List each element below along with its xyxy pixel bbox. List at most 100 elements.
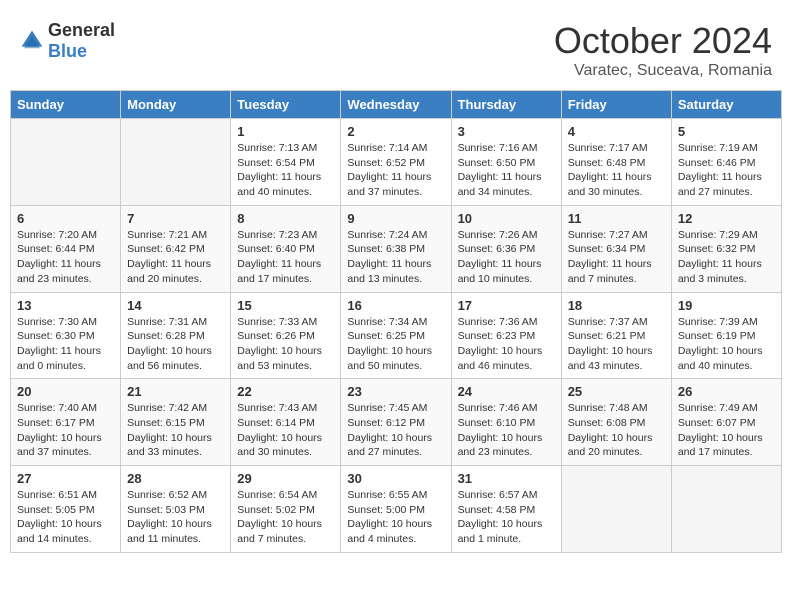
logo-icon [20, 29, 44, 53]
day-number: 23 [347, 384, 444, 399]
calendar-cell: 10 Sunrise: 7:26 AMSunset: 6:36 PMDayligh… [451, 205, 561, 292]
day-number: 17 [458, 298, 555, 313]
calendar-week-row: 27Sunrise: 6:51 AMSunset: 5:05 PMDayligh… [11, 466, 782, 553]
day-info: Sunrise: 7:45 AMSunset: 6:12 PMDaylight:… [347, 401, 444, 460]
calendar-cell: 26Sunrise: 7:49 AMSunset: 6:07 PMDayligh… [671, 379, 781, 466]
day-number: 9 [347, 211, 444, 226]
calendar-cell: 21 Sunrise: 7:42 AMSunset: 6:15 PMDayligh… [121, 379, 231, 466]
day-number: 12 [678, 211, 775, 226]
calendar-cell: 4Sunrise: 7:17 AMSunset: 6:48 PMDaylight… [561, 119, 671, 206]
calendar-cell: 24Sunrise: 7:46 AMSunset: 6:10 PMDayligh… [451, 379, 561, 466]
day-number: 10 [458, 211, 555, 226]
calendar-cell: 6 Sunrise: 7:20 AMSunset: 6:44 PMDaylight… [11, 205, 121, 292]
calendar-cell: 16Sunrise: 7:34 AMSunset: 6:25 PMDayligh… [341, 292, 451, 379]
day-number: 21 [127, 384, 224, 399]
day-number: 7 [127, 211, 224, 226]
calendar-cell: 17Sunrise: 7:36 AMSunset: 6:23 PMDayligh… [451, 292, 561, 379]
weekday-header: Saturday [671, 91, 781, 119]
day-info: Sunrise: 7:39 AMSunset: 6:19 PMDaylight:… [678, 315, 775, 374]
logo-general: General [48, 20, 115, 40]
calendar-cell [671, 466, 781, 553]
day-info: Sunrise: 7:16 AMSunset: 6:50 PMDaylight:… [458, 141, 555, 200]
calendar-cell: 13 Sunrise: 7:30 AMSunset: 6:30 PMDayligh… [11, 292, 121, 379]
day-info: Sunrise: 6:54 AMSunset: 5:02 PMDaylight:… [237, 488, 334, 547]
day-number: 28 [127, 471, 224, 486]
day-info: Sunrise: 7:42 AMSunset: 6:15 PMDaylight:… [127, 401, 224, 460]
day-info: Sunrise: 7:26 AMSunset: 6:36 PMDaylight:… [458, 228, 555, 287]
calendar-cell: 18Sunrise: 7:37 AMSunset: 6:21 PMDayligh… [561, 292, 671, 379]
calendar-cell: 1Sunrise: 7:13 AMSunset: 6:54 PMDaylight… [231, 119, 341, 206]
day-info: Sunrise: 6:52 AMSunset: 5:03 PMDaylight:… [127, 488, 224, 547]
day-info: Sunrise: 7:29 AMSunset: 6:32 PMDaylight:… [678, 228, 775, 287]
calendar-cell: 9 Sunrise: 7:24 AMSunset: 6:38 PMDaylight… [341, 205, 451, 292]
calendar-week-row: 1Sunrise: 7:13 AMSunset: 6:54 PMDaylight… [11, 119, 782, 206]
weekday-header: Monday [121, 91, 231, 119]
logo: General Blue [20, 20, 115, 62]
day-number: 20 [17, 384, 114, 399]
day-info: Sunrise: 7:27 AMSunset: 6:34 PMDaylight:… [568, 228, 665, 287]
day-number: 14 [127, 298, 224, 313]
calendar-week-row: 6 Sunrise: 7:20 AMSunset: 6:44 PMDaylight… [11, 205, 782, 292]
calendar-cell: 2 Sunrise: 7:14 AMSunset: 6:52 PMDaylight… [341, 119, 451, 206]
day-number: 25 [568, 384, 665, 399]
day-number: 8 [237, 211, 334, 226]
calendar-cell: 31 Sunrise: 6:57 AMSunset: 4:58 PMDayligh… [451, 466, 561, 553]
calendar-cell: 22 Sunrise: 7:43 AMSunset: 6:14 PMDayligh… [231, 379, 341, 466]
calendar-cell: 29 Sunrise: 6:54 AMSunset: 5:02 PMDayligh… [231, 466, 341, 553]
calendar-cell [11, 119, 121, 206]
weekday-header-row: SundayMondayTuesdayWednesdayThursdayFrid… [11, 91, 782, 119]
day-info: Sunrise: 7:49 AMSunset: 6:07 PMDaylight:… [678, 401, 775, 460]
day-info: Sunrise: 7:30 AMSunset: 6:30 PMDaylight:… [17, 315, 114, 374]
day-number: 3 [458, 124, 555, 139]
title-block: October 2024 Varatec, Suceava, Romania [554, 20, 772, 80]
calendar-cell: 19 Sunrise: 7:39 AMSunset: 6:19 PMDayligh… [671, 292, 781, 379]
day-info: Sunrise: 7:19 AMSunset: 6:46 PMDaylight:… [678, 141, 775, 200]
day-info: Sunrise: 6:51 AMSunset: 5:05 PMDaylight:… [17, 488, 114, 547]
calendar-cell: 12 Sunrise: 7:29 AMSunset: 6:32 PMDayligh… [671, 205, 781, 292]
day-number: 6 [17, 211, 114, 226]
day-number: 11 [568, 211, 665, 226]
calendar-cell: 15Sunrise: 7:33 AMSunset: 6:26 PMDayligh… [231, 292, 341, 379]
day-info: Sunrise: 7:34 AMSunset: 6:25 PMDaylight:… [347, 315, 444, 374]
day-info: Sunrise: 7:43 AMSunset: 6:14 PMDaylight:… [237, 401, 334, 460]
day-number: 13 [17, 298, 114, 313]
calendar-table: SundayMondayTuesdayWednesdayThursdayFrid… [10, 90, 782, 553]
calendar-week-row: 20Sunrise: 7:40 AMSunset: 6:17 PMDayligh… [11, 379, 782, 466]
calendar-cell: 14Sunrise: 7:31 AMSunset: 6:28 PMDayligh… [121, 292, 231, 379]
calendar-cell: 3 Sunrise: 7:16 AMSunset: 6:50 PMDaylight… [451, 119, 561, 206]
calendar-cell [561, 466, 671, 553]
day-info: Sunrise: 7:20 AMSunset: 6:44 PMDaylight:… [17, 228, 114, 287]
weekday-header: Sunday [11, 91, 121, 119]
logo-text: General Blue [48, 20, 115, 62]
calendar-body: 1Sunrise: 7:13 AMSunset: 6:54 PMDaylight… [11, 119, 782, 553]
day-number: 4 [568, 124, 665, 139]
day-info: Sunrise: 7:24 AMSunset: 6:38 PMDaylight:… [347, 228, 444, 287]
day-info: Sunrise: 7:14 AMSunset: 6:52 PMDaylight:… [347, 141, 444, 200]
day-info: Sunrise: 7:23 AMSunset: 6:40 PMDaylight:… [237, 228, 334, 287]
location-title: Varatec, Suceava, Romania [554, 62, 772, 80]
weekday-header: Thursday [451, 91, 561, 119]
day-number: 2 [347, 124, 444, 139]
calendar-week-row: 13 Sunrise: 7:30 AMSunset: 6:30 PMDayligh… [11, 292, 782, 379]
calendar-cell: 30Sunrise: 6:55 AMSunset: 5:00 PMDayligh… [341, 466, 451, 553]
day-number: 19 [678, 298, 775, 313]
day-info: Sunrise: 6:57 AMSunset: 4:58 PMDaylight:… [458, 488, 555, 547]
calendar-cell: 28 Sunrise: 6:52 AMSunset: 5:03 PMDayligh… [121, 466, 231, 553]
calendar-cell: 25Sunrise: 7:48 AMSunset: 6:08 PMDayligh… [561, 379, 671, 466]
calendar-cell: 7 Sunrise: 7:21 AMSunset: 6:42 PMDaylight… [121, 205, 231, 292]
calendar-cell: 20Sunrise: 7:40 AMSunset: 6:17 PMDayligh… [11, 379, 121, 466]
day-number: 5 [678, 124, 775, 139]
page-header: General Blue October 2024 Varatec, Sucea… [10, 10, 782, 85]
calendar-cell: 23 Sunrise: 7:45 AMSunset: 6:12 PMDayligh… [341, 379, 451, 466]
logo-blue: Blue [48, 41, 87, 61]
day-number: 18 [568, 298, 665, 313]
day-number: 24 [458, 384, 555, 399]
calendar-cell: 27Sunrise: 6:51 AMSunset: 5:05 PMDayligh… [11, 466, 121, 553]
day-number: 1 [237, 124, 334, 139]
day-number: 29 [237, 471, 334, 486]
day-number: 31 [458, 471, 555, 486]
day-number: 30 [347, 471, 444, 486]
calendar-cell: 5 Sunrise: 7:19 AMSunset: 6:46 PMDaylight… [671, 119, 781, 206]
day-number: 22 [237, 384, 334, 399]
day-info: Sunrise: 7:21 AMSunset: 6:42 PMDaylight:… [127, 228, 224, 287]
